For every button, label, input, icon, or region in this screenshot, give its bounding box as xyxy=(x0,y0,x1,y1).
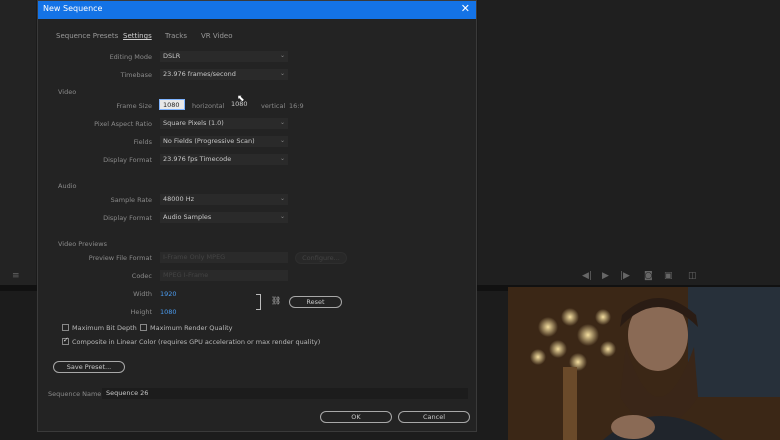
chain-link-icon[interactable]: ⛓ xyxy=(271,296,281,305)
preview-width-value[interactable]: 1920 xyxy=(160,290,177,298)
timebase-label: Timebase xyxy=(120,71,152,79)
sample-rate-value: 48000 Hz xyxy=(163,195,195,203)
audio-display-format-select[interactable]: Audio Samples ⌄ xyxy=(160,212,288,223)
timebase-select[interactable]: 23.976 frames/second ⌄ xyxy=(160,69,288,80)
compare-view-icon[interactable]: ▣ xyxy=(664,271,673,281)
audio-section-heading: Audio xyxy=(58,182,77,190)
pixel-aspect-label: Pixel Aspect Ratio xyxy=(94,120,152,128)
composite-linear-label: Composite in Linear Color (requires GPU … xyxy=(72,338,321,346)
max-render-quality-checkbox[interactable] xyxy=(140,324,147,331)
max-bit-depth-checkbox[interactable] xyxy=(62,324,69,331)
ok-button[interactable]: OK xyxy=(320,411,392,423)
codec-select: MPEG I-Frame xyxy=(160,270,288,281)
sample-rate-select[interactable]: 48000 Hz ⌄ xyxy=(160,194,288,205)
preview-file-format-value: I-Frame Only MPEG xyxy=(163,253,226,261)
preview-file-format-label: Preview File Format xyxy=(88,254,152,262)
editing-mode-select[interactable]: DSLR ⌄ xyxy=(160,51,288,62)
editing-mode-label: Editing Mode xyxy=(109,53,152,61)
vertical-label: vertical xyxy=(261,102,286,110)
video-previews-section-heading: Video Previews xyxy=(58,240,107,248)
tab-settings[interactable]: Settings xyxy=(123,32,152,40)
horizontal-label: horizontal xyxy=(192,102,225,110)
max-render-quality-label: Maximum Render Quality xyxy=(150,324,233,332)
close-icon[interactable]: ✕ xyxy=(461,2,470,15)
panel-menu-icon[interactable]: ≡ xyxy=(12,271,20,281)
sequence-name-label: Sequence Name: xyxy=(48,390,104,398)
tab-tracks[interactable]: Tracks xyxy=(165,32,187,40)
save-preset-button[interactable]: Save Preset... xyxy=(53,361,125,373)
audio-display-format-label: Display Format xyxy=(103,214,152,222)
chevron-down-icon: ⌄ xyxy=(279,137,285,144)
left-panel xyxy=(0,0,36,285)
pixel-aspect-select[interactable]: Square Pixels (1.0) ⌄ xyxy=(160,118,288,129)
fields-select[interactable]: No Fields (Progressive Scan) ⌄ xyxy=(160,136,288,147)
height-label: Height xyxy=(130,308,153,316)
webcam-overlay xyxy=(508,287,780,440)
video-section-heading: Video xyxy=(58,88,77,96)
chevron-down-icon: ⌄ xyxy=(279,195,285,202)
step-back-icon[interactable]: ◀| xyxy=(582,271,592,281)
aspect-ratio-text: 16:9 xyxy=(289,102,304,110)
new-sequence-dialog: New Sequence ✕ Sequence Presets Settings… xyxy=(37,0,477,432)
aspect-link-bracket xyxy=(256,294,261,310)
fields-label: Fields xyxy=(133,138,152,146)
play-icon[interactable]: ▶ xyxy=(602,271,609,281)
video-display-format-select[interactable]: 23.976 fps Timecode ⌄ xyxy=(160,154,288,165)
dialog-titlebar: New Sequence ✕ xyxy=(38,1,476,19)
pixel-aspect-value: Square Pixels (1.0) xyxy=(163,119,224,127)
timebase-value: 23.976 frames/second xyxy=(163,70,236,78)
configure-button: Configure... xyxy=(295,252,347,264)
chevron-down-icon: ⌄ xyxy=(279,213,285,220)
reset-button[interactable]: Reset xyxy=(289,296,342,308)
sample-rate-label: Sample Rate xyxy=(110,196,152,204)
step-forward-icon[interactable]: |▶ xyxy=(620,271,630,281)
chevron-down-icon: ⌄ xyxy=(279,155,285,162)
frame-size-label: Frame Size xyxy=(116,102,152,110)
dialog-title: New Sequence xyxy=(43,4,103,13)
export-frame-icon[interactable]: ◙ xyxy=(644,271,653,281)
chevron-down-icon: ⌄ xyxy=(279,119,285,126)
preview-file-format-select: I-Frame Only MPEG xyxy=(160,252,288,263)
fields-value: No Fields (Progressive Scan) xyxy=(163,137,255,145)
mouse-cursor-icon: ⬉ xyxy=(237,94,245,104)
width-label: Width xyxy=(133,290,152,298)
max-bit-depth-label: Maximum Bit Depth xyxy=(72,324,137,332)
editing-mode-value: DSLR xyxy=(163,52,181,60)
audio-display-format-value: Audio Samples xyxy=(163,213,212,221)
webcam-image xyxy=(508,287,780,440)
video-display-format-label: Display Format xyxy=(103,156,152,164)
chevron-down-icon: ⌄ xyxy=(279,70,285,77)
tab-vr-video[interactable]: VR Video xyxy=(201,32,233,40)
chevron-down-icon: ⌄ xyxy=(279,52,285,59)
tab-sequence-presets[interactable]: Sequence Presets xyxy=(56,32,118,40)
settings-icon[interactable]: ◫ xyxy=(688,271,697,281)
cancel-button[interactable]: Cancel xyxy=(398,411,470,423)
composite-linear-checkbox[interactable] xyxy=(62,336,69,345)
preview-height-value[interactable]: 1080 xyxy=(160,308,177,316)
codec-value: MPEG I-Frame xyxy=(163,271,209,279)
codec-label: Codec xyxy=(131,272,152,280)
video-display-format-value: 23.976 fps Timecode xyxy=(163,155,232,163)
frame-width-input[interactable]: 1080 xyxy=(159,99,185,110)
sequence-name-input[interactable]: Sequence 26 xyxy=(102,388,468,399)
program-monitor-panel xyxy=(478,0,780,285)
